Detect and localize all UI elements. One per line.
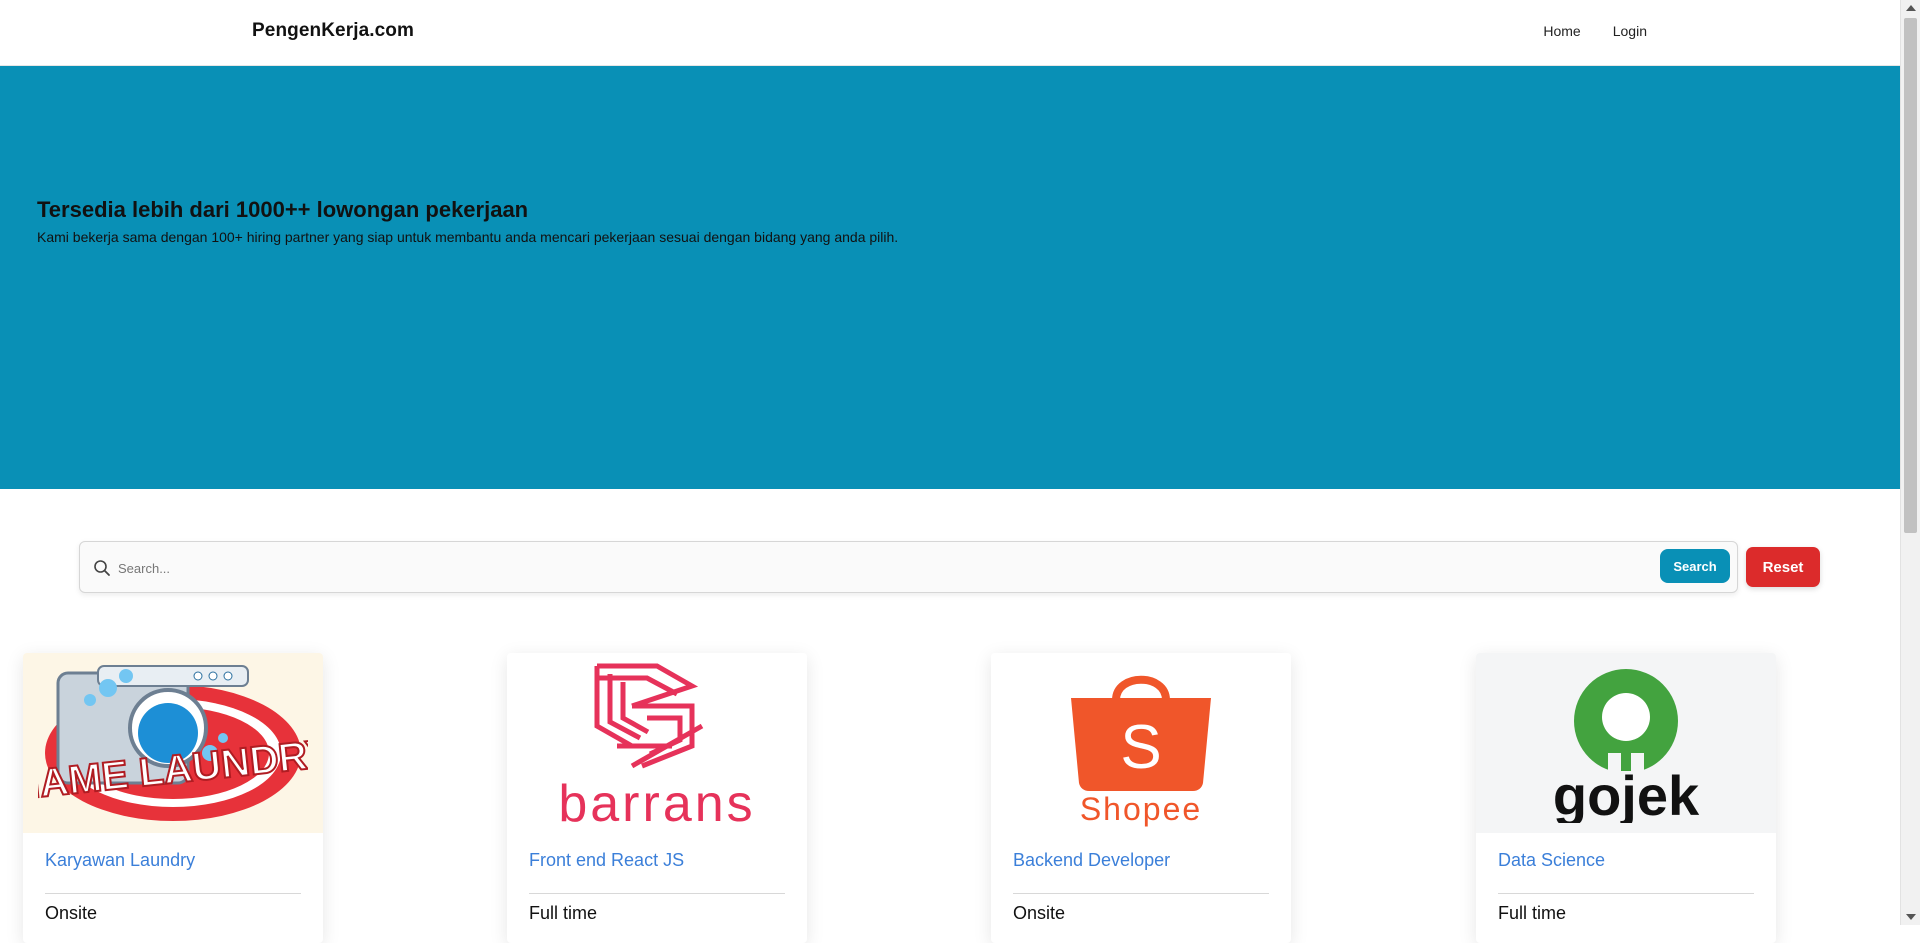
divider bbox=[45, 893, 301, 894]
scroll-down-arrow-icon[interactable] bbox=[1906, 914, 1916, 920]
svg-text:S: S bbox=[1120, 713, 1161, 782]
page-scrollbar[interactable] bbox=[1900, 0, 1920, 925]
job-card[interactable]: NAME LAUNDRY Karyawan Laundry Onsite bbox=[23, 653, 323, 943]
divider bbox=[1498, 893, 1754, 894]
barrans-logo: barrans bbox=[507, 653, 807, 833]
navbar: PengenKerja.com Home Login bbox=[0, 0, 1900, 66]
job-title[interactable]: Karyawan Laundry bbox=[45, 850, 195, 871]
job-card[interactable]: barrans Front end React JS Full time bbox=[507, 653, 807, 943]
job-title[interactable]: Front end React JS bbox=[529, 850, 684, 871]
scroll-up-arrow-icon[interactable] bbox=[1906, 5, 1916, 11]
search-bar: Search bbox=[79, 541, 1738, 593]
job-title[interactable]: Data Science bbox=[1498, 850, 1605, 871]
hero-banner: Tersedia lebih dari 1000++ lowongan peke… bbox=[0, 66, 1900, 489]
job-title[interactable]: Backend Developer bbox=[1013, 850, 1170, 871]
gojek-logo-text: gojek bbox=[1553, 764, 1700, 823]
laundry-logo: NAME LAUNDRY bbox=[23, 653, 323, 833]
job-type: Onsite bbox=[45, 903, 98, 923]
reset-button[interactable]: Reset bbox=[1746, 547, 1820, 587]
search-icon bbox=[94, 560, 110, 576]
job-type: Full time bbox=[1498, 903, 1567, 923]
shopee-logo-text: Shopee bbox=[1080, 791, 1202, 827]
shopee-logo: S Shopee bbox=[991, 653, 1291, 833]
divider bbox=[529, 893, 785, 894]
job-type: Full time bbox=[529, 903, 598, 923]
hero-title: Tersedia lebih dari 1000++ lowongan peke… bbox=[37, 197, 529, 222]
nav-login-link[interactable]: Login bbox=[1613, 23, 1647, 39]
job-card[interactable]: gojek Data Science Full time bbox=[1476, 653, 1776, 943]
nav-home-link[interactable]: Home bbox=[1543, 23, 1580, 39]
brand-logo[interactable]: PengenKerja.com bbox=[252, 20, 414, 42]
gojek-logo: gojek bbox=[1476, 653, 1776, 833]
divider bbox=[1013, 893, 1269, 894]
hero-subtitle: Kami bekerja sama dengan 100+ hiring par… bbox=[37, 229, 899, 245]
scroll-thumb[interactable] bbox=[1904, 18, 1917, 533]
search-input[interactable] bbox=[118, 554, 1398, 582]
barrans-logo-text: barrans bbox=[558, 775, 755, 831]
job-type: Onsite bbox=[1013, 903, 1066, 923]
job-card[interactable]: S Shopee Backend Developer Onsite bbox=[991, 653, 1291, 943]
search-button[interactable]: Search bbox=[1660, 549, 1730, 583]
nav-links: Home Login bbox=[1543, 23, 1647, 39]
